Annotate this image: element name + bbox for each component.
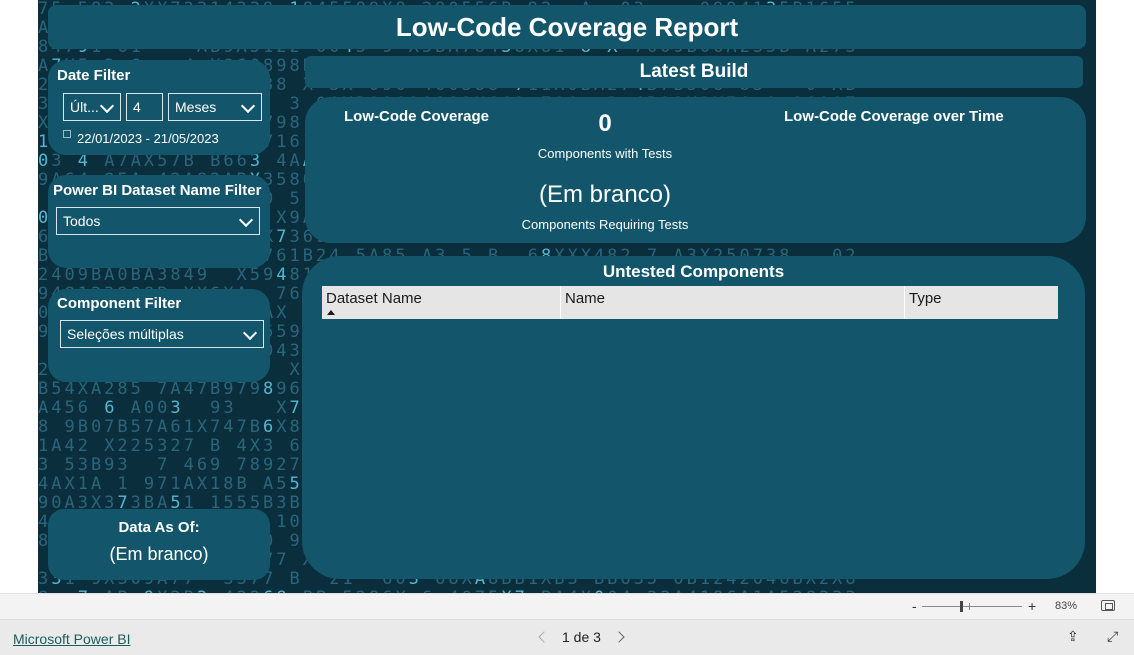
dataset-filter-dropdown[interactable]: Todos bbox=[56, 207, 260, 235]
zoom-slider-thumb[interactable] bbox=[960, 601, 963, 612]
calendar-icon bbox=[63, 130, 71, 138]
data-as-of-value: (Em branco) bbox=[109, 544, 209, 564]
column-header-type[interactable]: Type bbox=[905, 286, 1058, 319]
page-indicator: 1 de 3 bbox=[562, 629, 601, 645]
dataset-filter-value: Todos bbox=[63, 213, 101, 229]
chevron-down-icon bbox=[242, 325, 258, 341]
components-with-tests-label: Components with Tests bbox=[537, 146, 673, 161]
zoom-out-button[interactable]: - bbox=[912, 598, 917, 614]
next-page-icon[interactable] bbox=[613, 631, 625, 643]
dataset-filter-card: Power BI Dataset Name Filter Todos bbox=[48, 175, 270, 268]
table-header: Dataset Name Name Type bbox=[322, 286, 1058, 319]
status-bar: - + 83% bbox=[0, 593, 1134, 619]
date-period-dropdown[interactable]: Últ... bbox=[63, 93, 121, 121]
bottom-bar: Microsoft Power BI 1 de 3 ⇪ ⤢ bbox=[0, 619, 1134, 655]
report-canvas: 75 583 2XX72314339 1845599X8 290556B 92 … bbox=[38, 0, 1096, 593]
fit-to-page-icon[interactable] bbox=[1101, 600, 1115, 611]
zoom-in-button[interactable]: + bbox=[1028, 598, 1036, 614]
component-filter-value: Seleções múltiplas bbox=[67, 326, 184, 342]
column-header-dataset-name[interactable]: Dataset Name bbox=[322, 286, 561, 319]
chevron-down-icon bbox=[99, 98, 115, 114]
date-filter-title: Date Filter bbox=[57, 67, 131, 84]
date-count-value: 4 bbox=[133, 99, 141, 115]
column-header-label: Name bbox=[565, 290, 606, 307]
component-filter-title: Component Filter bbox=[57, 295, 182, 312]
page-navigator: 1 de 3 bbox=[538, 629, 625, 645]
data-as-of-title: Data As Of: bbox=[118, 519, 200, 536]
component-filter-card: Component Filter Seleções múltiplas bbox=[48, 289, 270, 382]
date-filter-card: Date Filter Últ... 4 Meses 22/01/2023 - … bbox=[48, 60, 270, 155]
zoom-level: 83% bbox=[1055, 600, 1078, 612]
zoom-slider-center-tick bbox=[969, 603, 970, 610]
latest-build-bar: Latest Build bbox=[305, 56, 1083, 88]
report-title: Low-Code Coverage Report bbox=[395, 11, 739, 42]
column-header-label: Type bbox=[909, 290, 942, 307]
power-bi-report-viewer: 75 583 2XX72314339 1845599X8 290556B 92 … bbox=[0, 0, 1134, 655]
column-header-name[interactable]: Name bbox=[561, 286, 905, 319]
column-header-label: Dataset Name bbox=[326, 290, 422, 307]
date-period-value: Últ... bbox=[70, 99, 99, 115]
date-count-input[interactable]: 4 bbox=[126, 93, 163, 121]
components-with-tests-value: 0 bbox=[598, 110, 612, 137]
coverage-label: Low-Code Coverage bbox=[344, 108, 490, 125]
components-requiring-tests-value: (Em branco) bbox=[538, 181, 672, 208]
share-icon[interactable]: ⇪ bbox=[1067, 630, 1081, 644]
previous-page-icon[interactable] bbox=[538, 631, 550, 643]
date-range-text: 22/01/2023 - 21/05/2023 bbox=[77, 131, 219, 146]
untested-components-card: Untested Components Dataset Name Name Ty… bbox=[302, 256, 1085, 579]
sort-ascending-icon bbox=[327, 310, 335, 315]
components-requiring-tests-label: Components Requiring Tests bbox=[521, 217, 689, 232]
data-as-of-card: Data As Of: (Em branco) bbox=[48, 509, 270, 580]
date-unit-value: Meses bbox=[175, 99, 217, 115]
microsoft-power-bi-link[interactable]: Microsoft Power BI bbox=[13, 631, 130, 647]
untested-components-title: Untested Components bbox=[602, 262, 785, 281]
dataset-filter-title: Power BI Dataset Name Filter bbox=[53, 182, 262, 199]
report-title-bar: Low-Code Coverage Report bbox=[48, 5, 1086, 49]
kpi-card: Low-Code Coverage Low-Code Coverage over… bbox=[305, 97, 1086, 243]
date-unit-dropdown[interactable]: Meses bbox=[168, 93, 262, 121]
component-filter-dropdown[interactable]: Seleções múltiplas bbox=[60, 320, 264, 348]
fullscreen-icon[interactable]: ⤢ bbox=[1107, 630, 1121, 644]
latest-build-title: Latest Build bbox=[639, 61, 749, 82]
chevron-down-icon bbox=[240, 98, 256, 114]
chevron-down-icon bbox=[238, 212, 254, 228]
coverage-over-time-label: Low-Code Coverage over Time bbox=[784, 108, 1004, 125]
zoom-slider[interactable] bbox=[922, 606, 1022, 607]
